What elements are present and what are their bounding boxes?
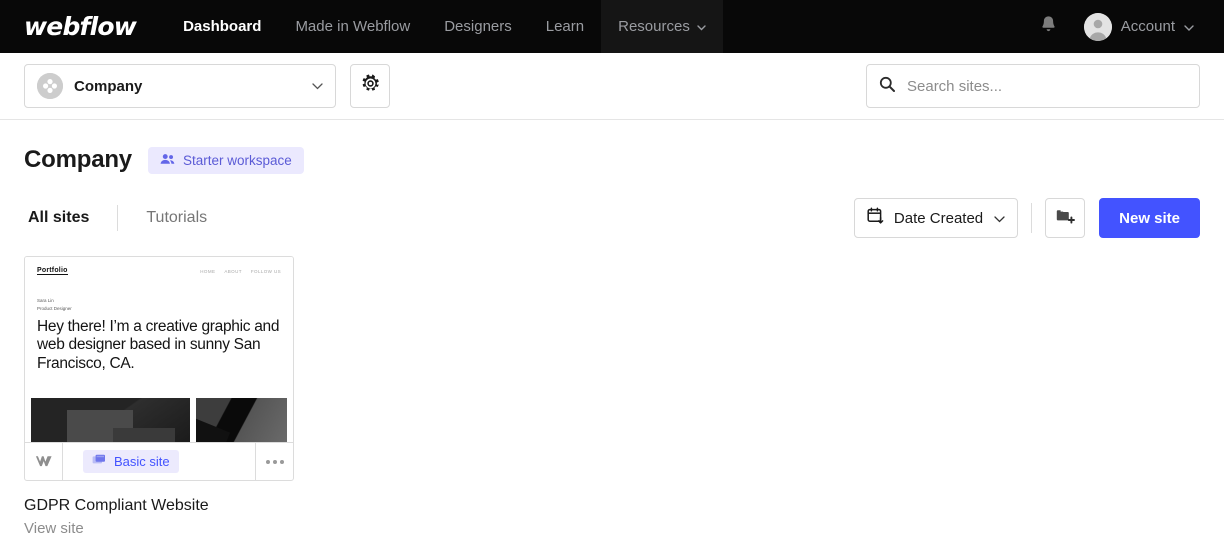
new-folder-button[interactable] xyxy=(1045,198,1086,238)
chevron-down-icon xyxy=(312,77,323,95)
site-thumbnail[interactable]: Portfolio HOME ABOUT FOLLOW US Sara Lin … xyxy=(25,257,293,442)
new-site-label: New site xyxy=(1119,209,1180,227)
site-card-footer: Basic site xyxy=(25,442,293,480)
page-header: Company Starter workspace xyxy=(24,120,1200,174)
starter-workspace-badge[interactable]: Starter workspace xyxy=(147,146,304,174)
search-input[interactable] xyxy=(905,76,1187,96)
nav-link-made-in-webflow[interactable]: Made in Webflow xyxy=(278,0,427,53)
account-menu-button[interactable]: Account xyxy=(1072,0,1208,53)
site-plan-cell: Basic site xyxy=(63,450,255,473)
page-title: Company xyxy=(24,146,132,173)
site-card: Portfolio HOME ABOUT FOLLOW US Sara Lin … xyxy=(24,256,294,537)
new-folder-icon xyxy=(1056,208,1075,229)
site-title[interactable]: GDPR Compliant Website xyxy=(24,497,294,515)
nav-right-section: Account xyxy=(1026,0,1208,53)
search-icon xyxy=(879,76,895,97)
workspace-toolbar: Company xyxy=(0,53,1224,120)
workspace-selector[interactable]: Company xyxy=(24,64,336,108)
thumbnail-author-role: Product Designer xyxy=(37,305,72,311)
thumbnail-nav-link-home: HOME xyxy=(200,268,216,274)
site-plan-label: Basic site xyxy=(114,454,170,469)
thumbnail-author: Sara Lin Product Designer xyxy=(37,297,293,312)
tab-all-sites[interactable]: All sites xyxy=(24,209,93,227)
chevron-down-icon xyxy=(1184,18,1194,36)
sort-by-button[interactable]: Date Created xyxy=(853,198,1019,238)
actions-divider xyxy=(1031,203,1033,233)
site-plan-icon xyxy=(92,454,107,469)
webflow-mark-icon xyxy=(25,442,63,480)
workspace-name: Company xyxy=(74,77,143,95)
thumbnail-headline: Hey there! I’m a creative graphic and we… xyxy=(37,318,280,372)
tab-tutorials-label: Tutorials xyxy=(146,209,208,226)
tab-divider xyxy=(117,205,119,231)
bell-icon xyxy=(1040,15,1057,39)
thumbnail-nav-link-follow: FOLLOW US xyxy=(250,268,281,274)
tabs-and-actions: All sites Tutorials Date Created New sit… xyxy=(24,196,1200,240)
thumbnail-site-nav: Portfolio HOME ABOUT FOLLOW US xyxy=(25,257,293,275)
gear-icon xyxy=(361,74,380,98)
more-options-dots xyxy=(265,459,284,464)
site-card-frame: Portfolio HOME ABOUT FOLLOW US Sara Lin … xyxy=(24,256,294,481)
nav-link-resources[interactable]: Resources xyxy=(601,0,723,53)
thumbnail-author-name: Sara Lin xyxy=(37,298,54,303)
workspace-settings-button[interactable] xyxy=(350,64,390,108)
sites-grid: Portfolio HOME ABOUT FOLLOW US Sara Lin … xyxy=(24,256,1200,537)
thumbnail-image-left xyxy=(31,398,190,442)
workspace-avatar-icon xyxy=(37,73,63,99)
search-sites-box[interactable] xyxy=(866,64,1200,108)
nav-link-dashboard[interactable]: Dashboard xyxy=(166,0,278,53)
top-navigation-bar: webflow Dashboard Made in Webflow Design… xyxy=(0,0,1224,53)
notifications-button[interactable] xyxy=(1026,0,1072,53)
view-site-link[interactable]: View site xyxy=(24,520,294,537)
tab-all-sites-label: All sites xyxy=(28,209,90,226)
thumbnail-nav-link-about: ABOUT xyxy=(224,268,242,274)
nav-link-resources-label: Resources xyxy=(618,18,690,35)
people-icon xyxy=(160,153,175,168)
page-content: Company Starter workspace All sites Tuto… xyxy=(0,120,1224,537)
nav-link-dashboard-label: Dashboard xyxy=(183,18,262,35)
chevron-down-icon xyxy=(994,210,1005,227)
thumbnail-image-right xyxy=(195,398,287,442)
nav-link-learn[interactable]: Learn xyxy=(529,0,601,53)
tab-tutorials[interactable]: Tutorials xyxy=(142,209,211,227)
thumbnail-site-logo: Portfolio xyxy=(37,267,68,275)
nav-link-designers[interactable]: Designers xyxy=(427,0,529,53)
thumbnail-nav-links: HOME ABOUT FOLLOW US xyxy=(200,269,281,274)
nav-links: Dashboard Made in Webflow Designers Lear… xyxy=(166,0,723,53)
site-plan-badge[interactable]: Basic site xyxy=(83,450,179,473)
sort-by-label: Date Created xyxy=(893,209,984,227)
new-site-button[interactable]: New site xyxy=(1099,198,1200,238)
nav-link-designers-label: Designers xyxy=(444,18,512,35)
more-options-icon[interactable] xyxy=(255,442,293,480)
user-avatar-icon xyxy=(1083,12,1112,41)
chevron-down-icon xyxy=(697,18,706,35)
starter-workspace-badge-label: Starter workspace xyxy=(182,152,292,168)
actions-group: Date Created New site xyxy=(853,198,1200,238)
thumbnail-image-row xyxy=(31,398,287,442)
webflow-logo[interactable]: webflow xyxy=(24,14,137,39)
account-label: Account xyxy=(1120,18,1175,35)
nav-link-learn-label: Learn xyxy=(545,18,585,35)
nav-link-made-in-webflow-label: Made in Webflow xyxy=(295,18,411,35)
calendar-sort-icon xyxy=(867,207,885,229)
